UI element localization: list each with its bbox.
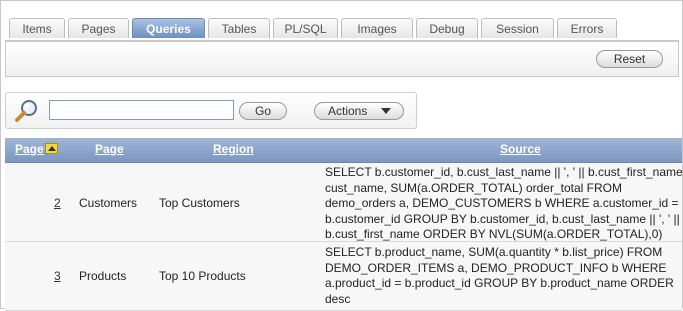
tab-images[interactable]: Images <box>341 18 413 38</box>
tab-plsql[interactable]: PL/SQL <box>273 18 338 38</box>
page-frame: Items Pages Queries Tables PL/SQL Images… <box>0 0 683 311</box>
page-name-cell: Products <box>79 269 127 283</box>
actions-menu-button[interactable]: Actions <box>314 102 404 120</box>
table-row: 2 Customers Top Customers SELECT b.custo… <box>5 163 683 257</box>
table-row: 3 Products Top 10 Products SELECT b.prod… <box>5 242 682 311</box>
tab-session[interactable]: Session <box>481 18 554 38</box>
page-name-cell: Customers <box>79 196 138 210</box>
page-number-link[interactable]: 2 <box>54 196 61 210</box>
column-header-region[interactable]: Region <box>213 142 254 156</box>
table-header: Page Page Region Source <box>5 138 682 163</box>
column-header-source[interactable]: Source <box>500 142 541 156</box>
tab-errors[interactable]: Errors <box>557 18 617 38</box>
tab-pages[interactable]: Pages <box>68 18 129 38</box>
page-number-link[interactable]: 3 <box>54 269 61 283</box>
source-cell: SELECT b.product_name, SUM(a.quantity * … <box>325 245 674 306</box>
tab-items[interactable]: Items <box>9 18 65 38</box>
region-cell: Top Customers <box>159 196 240 210</box>
search-bar: Go Actions <box>5 92 417 129</box>
chevron-down-icon <box>381 108 391 114</box>
sort-ascending-icon[interactable] <box>45 143 58 154</box>
reset-button[interactable]: Reset <box>596 50 663 68</box>
column-header-page-number[interactable]: Page <box>15 142 44 156</box>
region-cell: Top 10 Products <box>159 269 246 283</box>
tab-debug[interactable]: Debug <box>416 18 478 38</box>
reset-panel: Reset <box>5 40 679 77</box>
tab-tables[interactable]: Tables <box>208 18 270 38</box>
go-button[interactable]: Go <box>239 102 287 120</box>
actions-label: Actions <box>328 104 368 118</box>
search-icon <box>14 98 40 127</box>
search-input[interactable] <box>49 100 234 120</box>
tab-queries[interactable]: Queries <box>132 18 205 38</box>
column-header-page-name[interactable]: Page <box>95 142 124 156</box>
